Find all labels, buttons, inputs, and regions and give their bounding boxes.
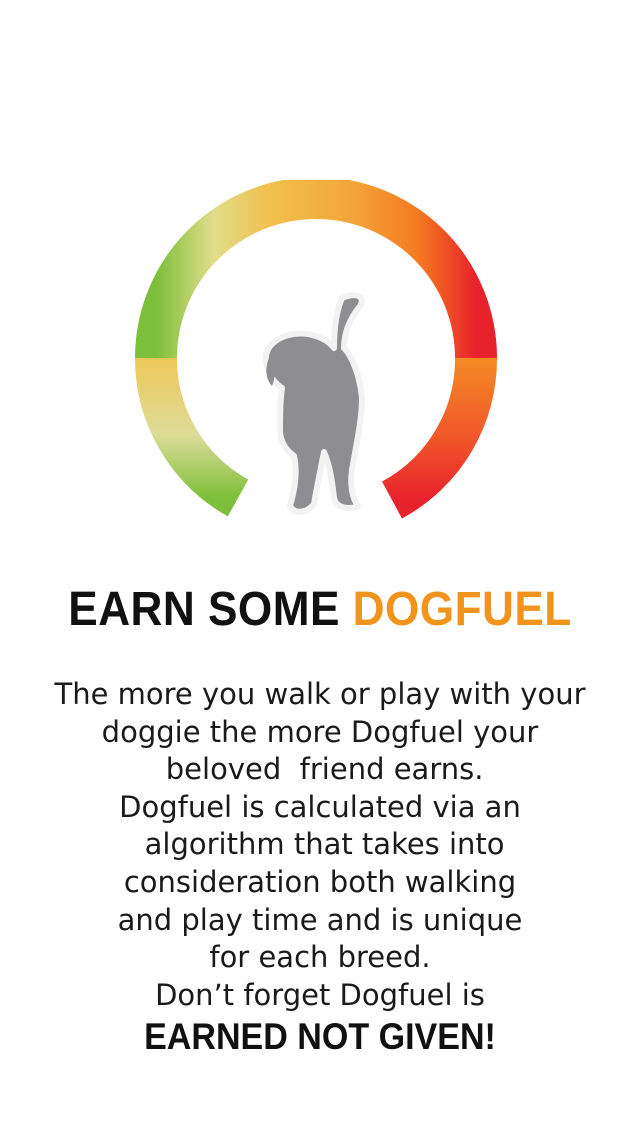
gauge-graphic <box>134 180 498 519</box>
title-part-earn-some: EARN SOME <box>68 583 340 636</box>
description-line: doggie the more Dogfuel your <box>101 714 539 749</box>
title-part-dogfuel: DOGFUEL <box>352 583 572 636</box>
description-line: consideration both walking <box>123 864 517 899</box>
dog-silhouette-icon <box>262 292 365 515</box>
gauge-arc-left <box>134 357 249 517</box>
gauge-arc-right <box>381 357 498 519</box>
description-line: algorithm that takes into <box>135 827 505 862</box>
closing-tagline: EARNED NOT GIVEN! <box>144 1016 496 1057</box>
description-text: The more you walk or play with your dogg… <box>0 676 640 1014</box>
page-title: EARN SOME DOGFUEL <box>26 582 615 637</box>
description-line: for each breed. <box>209 940 431 975</box>
description-line: Don’t forget Dogfuel is <box>155 977 485 1012</box>
description-line: Dogfuel is calculated via an <box>119 789 521 824</box>
dogfuel-gauge <box>130 180 500 540</box>
description-line: The more you walk or play with your <box>54 677 586 711</box>
description-line: beloved friend earns. <box>156 752 484 787</box>
description-line: and play time and is unique <box>117 902 523 937</box>
